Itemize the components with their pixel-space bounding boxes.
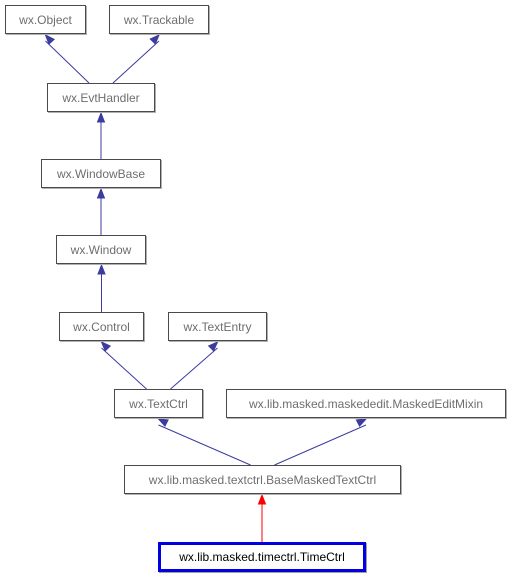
node-wx-evthandler[interactable]: wx.EvtHandler — [47, 83, 155, 112]
node-wx-maskededitmixin[interactable]: wx.lib.masked.maskededit.MaskedEditMixin — [226, 389, 506, 418]
edge-basemaskedtextctrl-to-textctrl — [158, 424, 251, 466]
node-wx-timectrl-current[interactable]: wx.lib.masked.timectrl.TimeCtrl — [158, 542, 366, 572]
node-wx-object[interactable]: wx.Object — [5, 5, 86, 34]
arrowhead-window-to-windowbase — [96, 187, 106, 199]
node-wx-trackable[interactable]: wx.Trackable — [109, 5, 209, 34]
edge-evthandler-to-trackable — [112, 40, 160, 84]
edge-textctrl-to-textentry — [170, 347, 218, 390]
edge-evthandler-to-object — [45, 40, 90, 84]
arrowhead-control-to-window — [97, 263, 106, 275]
edge-textctrl-to-control — [101, 347, 147, 390]
node-wx-textentry[interactable]: wx.TextEntry — [168, 312, 267, 341]
node-wx-basemaskedtextctrl[interactable]: wx.lib.masked.textctrl.BaseMaskedTextCtr… — [124, 465, 401, 494]
node-wx-windowbase[interactable]: wx.WindowBase — [41, 159, 161, 188]
node-wx-textctrl[interactable]: wx.TextCtrl — [114, 389, 203, 418]
arrowhead-windowbase-to-evthandler — [96, 111, 106, 123]
arrowhead-timectrl-to-basemaskedtextctrl — [257, 493, 267, 505]
node-wx-control[interactable]: wx.Control — [59, 312, 144, 341]
edge-basemaskedtextctrl-to-maskededitmixin — [274, 424, 367, 466]
node-wx-window[interactable]: wx.Window — [56, 235, 146, 264]
